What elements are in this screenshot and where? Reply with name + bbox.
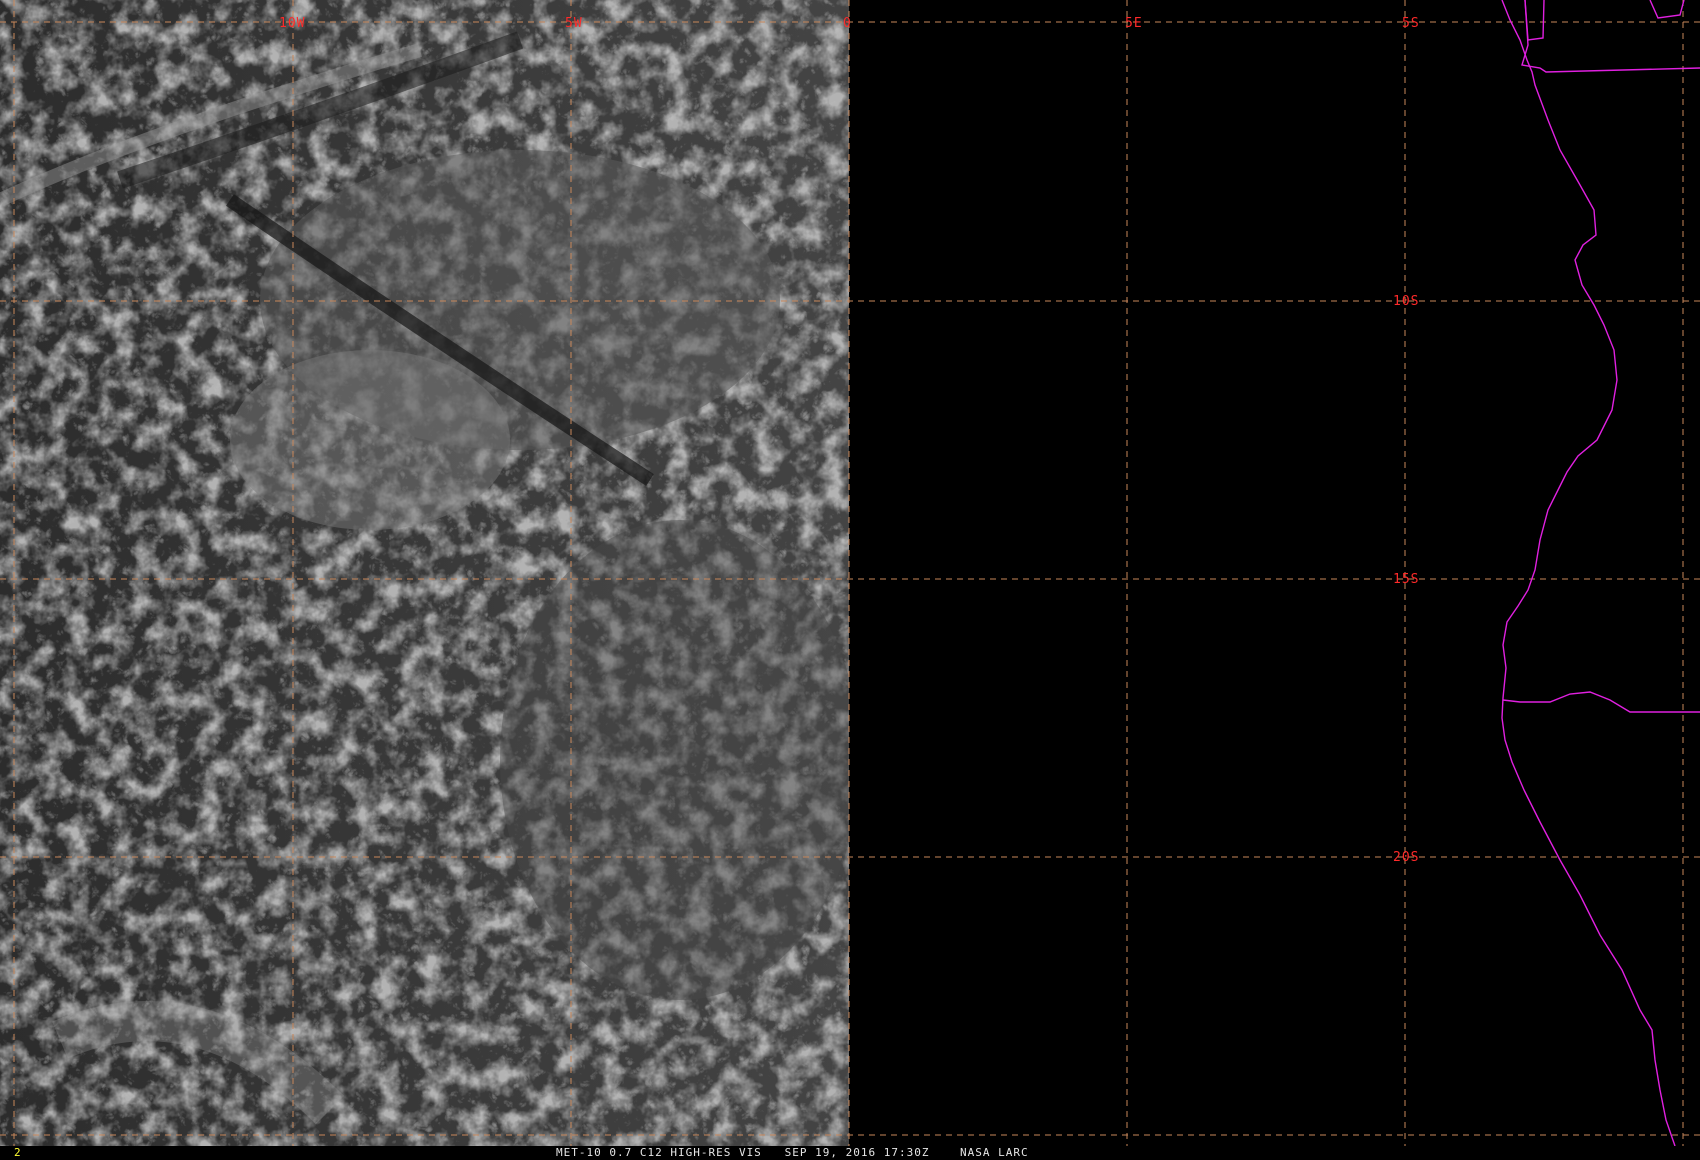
satellite-map[interactable]: 10W 5W 0 5E 5S 10S 15S 20S [0,0,1700,1146]
lon-label-5e: 5E [1125,16,1143,31]
cloud-field [0,0,849,1146]
lat-label-15s: 15S [1393,572,1419,587]
lon-label-0: 0 [843,16,852,31]
status-bar: 2 MET-10 0.7 C12 HIGH-RES VIS SEP 19, 20… [0,1146,1700,1160]
lon-label-10w: 10W [279,16,305,31]
frame-number: 2 [14,1146,21,1159]
image-caption: MET-10 0.7 C12 HIGH-RES VIS SEP 19, 2016… [556,1146,1029,1159]
satellite-map-viewer[interactable]: 10W 5W 0 5E 5S 10S 15S 20S 2 MET-10 0.7 … [0,0,1700,1160]
lat-label-20s: 20S [1393,850,1419,865]
lat-label-5s: 5S [1402,16,1420,31]
lon-label-5w: 5W [565,16,583,31]
lat-label-10s: 10S [1393,294,1419,309]
